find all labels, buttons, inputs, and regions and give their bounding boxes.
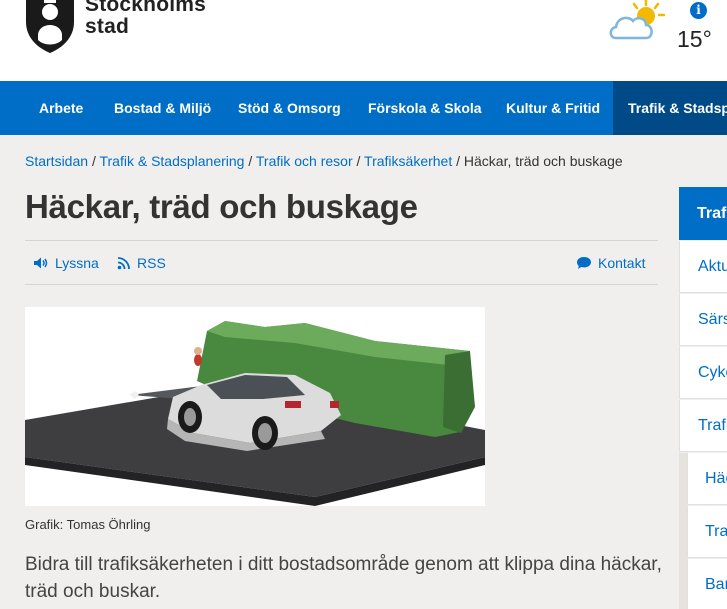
main-nav: Arbete Bostad & Miljö Stöd & Omsorg Förs… (0, 81, 727, 135)
brand-name-line1: Stockholms (85, 0, 207, 16)
rss-label: RSS (137, 255, 166, 271)
contact-button[interactable]: Kontakt (576, 255, 645, 271)
hedge-illustration (25, 307, 485, 506)
divider (25, 284, 658, 285)
stockholm-crest-logo[interactable] (22, 0, 78, 54)
speech-bubble-icon (577, 257, 591, 269)
contact-label: Kontakt (598, 255, 646, 271)
sidebar-item-cykel[interactable]: Cykel (679, 347, 727, 399)
breadcrumb-link-trafiksakerhet[interactable]: Trafiksäkerhet (364, 153, 452, 169)
brand-name-line2: stad (85, 15, 129, 38)
brand-name[interactable]: Stockholms stad (85, 0, 206, 38)
lead-paragraph: Bidra till trafiksäkerheten i ditt bosta… (25, 554, 662, 602)
sidebar-subitem-trafik[interactable]: Trafik (687, 506, 727, 558)
site-header: Stockholms stad i 15° (0, 0, 727, 81)
image-caption: Grafik: Tomas Öhrling (25, 517, 151, 532)
nav-item-bostad-miljo[interactable]: Bostad & Miljö (114, 81, 211, 135)
nav-item-kultur-fritid[interactable]: Kultur & Fritid (506, 81, 600, 135)
sidebar-subitem-hackar[interactable]: Häckar (687, 453, 727, 505)
breadcrumb-link-startsidan[interactable]: Startsidan (25, 153, 88, 169)
breadcrumb-current: Häckar, träd och buskage (463, 153, 623, 169)
nav-item-forskola-skola[interactable]: Förskola & Skola (368, 81, 482, 135)
rss-icon (117, 257, 130, 270)
breadcrumb: Startsidan / Trafik & Stadsplanering / T… (25, 153, 623, 169)
rss-button[interactable]: RSS (117, 255, 166, 271)
sidebar-subnav-indent (679, 453, 687, 609)
info-icon[interactable]: i (690, 2, 707, 19)
breadcrumb-separator: / (456, 153, 461, 169)
page-title: Häckar, träd och buskage (25, 188, 418, 225)
listen-label: Lyssna (55, 255, 99, 271)
nav-item-trafik-stadsplanering[interactable]: Trafik & Stadsplanering (613, 81, 727, 135)
listen-button[interactable]: Lyssna (33, 255, 99, 271)
nav-item-arbete[interactable]: Arbete (39, 81, 83, 135)
breadcrumb-separator: / (356, 153, 361, 169)
sun-cloud-icon (609, 0, 666, 40)
breadcrumb-link-trafik-och-resor[interactable]: Trafik och resor (256, 153, 353, 169)
breadcrumb-link-trafik-stadsplanering[interactable]: Trafik & Stadsplanering (99, 153, 244, 169)
nav-item-stod-omsorg[interactable]: Stöd & Omsorg (238, 81, 341, 135)
divider (25, 240, 658, 241)
sidebar-item-trafiksakerhet[interactable]: Trafiksäkerhet (679, 400, 727, 452)
sidebar-item-sarskilda[interactable]: Särskilda (679, 294, 727, 346)
breadcrumb-separator: / (91, 153, 96, 169)
speaker-icon (34, 257, 48, 269)
sidebar-header[interactable]: Trafik och resor (679, 187, 727, 240)
sidebar-subitem-barn[interactable]: Barn (687, 559, 727, 609)
sidebar-item-aktuellt[interactable]: Aktuellt (679, 241, 727, 293)
temperature: 15° (677, 26, 712, 52)
breadcrumb-separator: / (248, 153, 253, 169)
